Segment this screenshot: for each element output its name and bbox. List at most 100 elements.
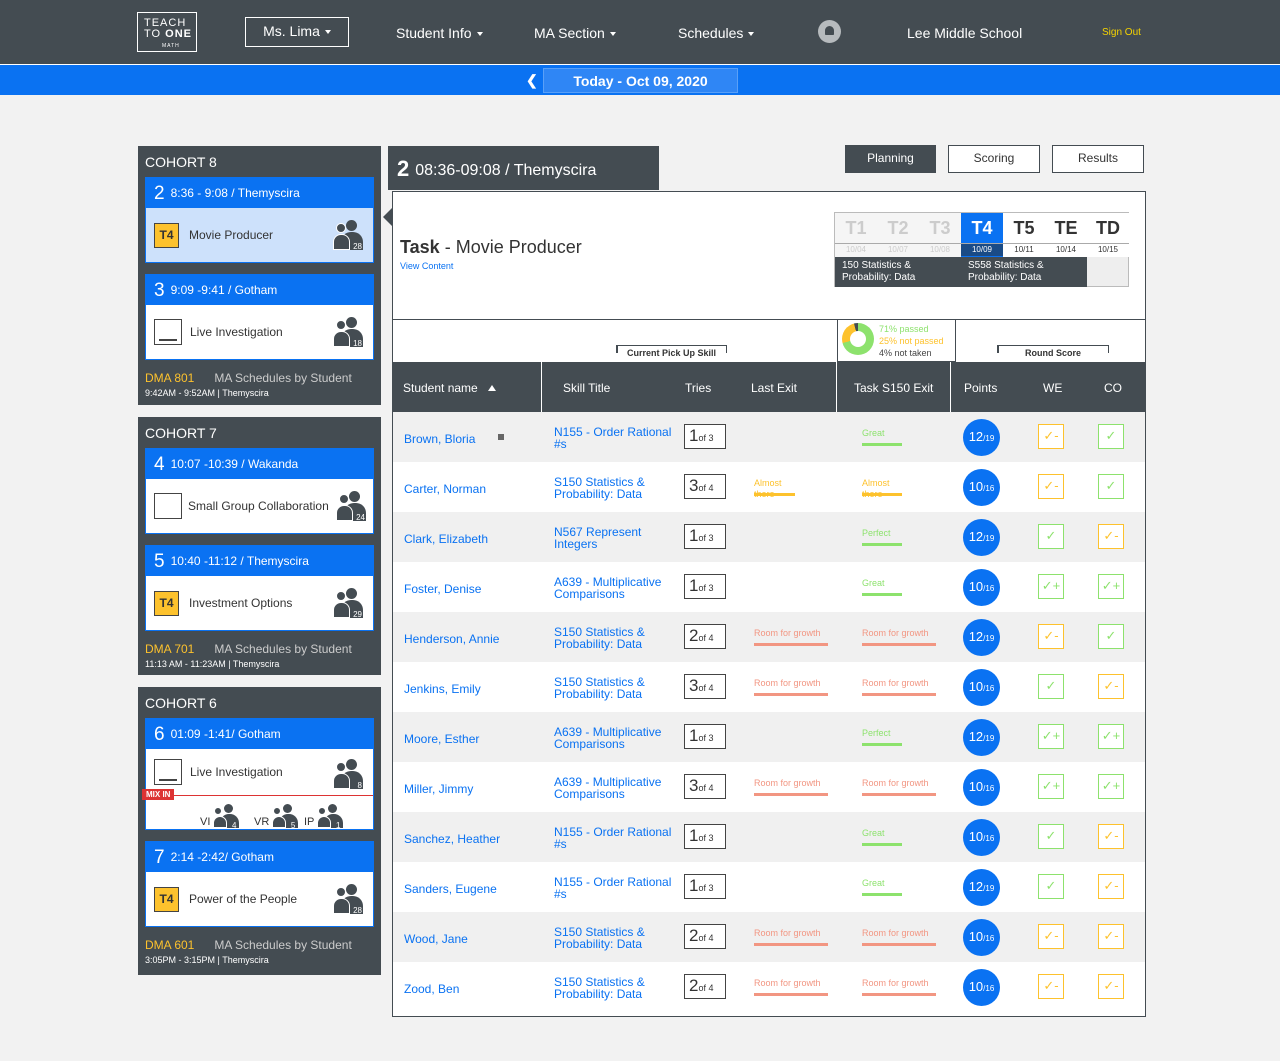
table-row[interactable]: Brown, Bloria N155 - Order Rational #s 1of… xyxy=(393,412,1145,462)
timeline-t5[interactable]: T5 10/11 xyxy=(1003,213,1045,257)
session-7[interactable]: 7 2:14 -2:42/ Gotham T4 Power of the Peop… xyxy=(145,841,374,927)
co-checkbox[interactable]: ✓- xyxy=(1098,924,1124,949)
table-row[interactable]: Foster, Denise A639 - Multiplicative Comp… xyxy=(393,562,1145,612)
current-date[interactable]: Today - Oct 09, 2020 xyxy=(543,68,738,93)
table-row[interactable]: Sanchez, Heather N155 - Order Rational #s… xyxy=(393,812,1145,862)
tab-scoring[interactable]: Scoring xyxy=(948,145,1040,173)
we-checkbox[interactable]: ✓- xyxy=(1038,924,1064,949)
skill-title-link[interactable]: S150 Statistics & Probability: Data xyxy=(554,976,674,1000)
table-row[interactable]: Carter, Norman S150 Statistics & Probabil… xyxy=(393,462,1145,512)
table-row[interactable]: Zood, Ben S150 Statistics & Probability: … xyxy=(393,962,1145,1012)
notification-bell-icon[interactable] xyxy=(818,20,841,43)
skill-title-link[interactable]: N155 - Order Rational #s xyxy=(554,826,674,850)
skill-title-link[interactable]: S150 Statistics & Probability: Data xyxy=(554,926,674,950)
timeline-t3[interactable]: T3 10/08 xyxy=(919,213,961,257)
table-row[interactable]: Sanders, Eugene N155 - Order Rational #s 1… xyxy=(393,862,1145,912)
co-checkbox[interactable]: ✓- xyxy=(1098,524,1124,549)
ma-schedules-link[interactable]: MA Schedules by Student xyxy=(214,371,351,385)
session-2[interactable]: 2 8:36 - 9:08 / Themyscira T4 Movie Produ… xyxy=(145,177,374,263)
col-co[interactable]: CO xyxy=(1104,381,1122,395)
student-name-link[interactable]: Jenkins, Emily xyxy=(404,682,481,696)
timeline-td[interactable]: TD 10/15 xyxy=(1087,213,1129,257)
we-checkbox[interactable]: ✓+ xyxy=(1038,724,1064,749)
table-row[interactable]: Jenkins, Emily S150 Statistics & Probabil… xyxy=(393,662,1145,712)
we-checkbox[interactable]: ✓ xyxy=(1038,524,1064,549)
ma-schedules-link[interactable]: MA Schedules by Student xyxy=(214,938,351,952)
table-row[interactable]: Moore, Esther A639 - Multiplicative Compa… xyxy=(393,712,1145,762)
col-tries[interactable]: Tries xyxy=(685,381,711,395)
table-row[interactable]: Miller, Jimmy A639 - Multiplicative Compa… xyxy=(393,762,1145,812)
co-checkbox[interactable]: ✓ xyxy=(1098,474,1124,499)
table-row[interactable]: Clark, Elizabeth N567 Represent Integers 1… xyxy=(393,512,1145,562)
we-checkbox[interactable]: ✓- xyxy=(1038,974,1064,999)
co-checkbox[interactable]: ✓- xyxy=(1098,874,1124,899)
tab-results[interactable]: Results xyxy=(1052,145,1144,173)
group-count: 18 xyxy=(353,339,362,348)
we-checkbox[interactable]: ✓ xyxy=(1038,874,1064,899)
skill-title-link[interactable]: S150 Statistics & Probability: Data xyxy=(554,476,674,500)
student-name-link[interactable]: Miller, Jimmy xyxy=(404,782,473,796)
session-6[interactable]: 6 01:09 -1:41/ Gotham Live Investigation … xyxy=(142,718,374,830)
student-name-link[interactable]: Moore, Esther xyxy=(404,732,479,746)
skill-title-link[interactable]: A639 - Multiplicative Comparisons xyxy=(554,726,674,750)
col-last-exit[interactable]: Last Exit xyxy=(751,381,797,395)
student-name-link[interactable]: Brown, Bloria xyxy=(404,432,475,446)
student-name-link[interactable]: Zood, Ben xyxy=(404,982,459,996)
timeline-te[interactable]: TE 10/14 xyxy=(1045,213,1087,257)
co-checkbox[interactable]: ✓- xyxy=(1098,824,1124,849)
we-checkbox[interactable]: ✓ xyxy=(1038,674,1064,699)
chevron-left-icon[interactable]: ❮ xyxy=(526,72,538,89)
we-checkbox[interactable]: ✓ xyxy=(1038,824,1064,849)
timeline-t2[interactable]: T2 10/07 xyxy=(877,213,919,257)
nav-schedules[interactable]: Schedules xyxy=(678,25,755,41)
student-name-link[interactable]: Clark, Elizabeth xyxy=(404,532,488,546)
col-skill-title[interactable]: Skill Title xyxy=(563,381,610,395)
session-time: 01:09 -1:41/ Gotham xyxy=(170,727,281,741)
student-name-link[interactable]: Wood, Jane xyxy=(404,932,468,946)
ma-schedules-link[interactable]: MA Schedules by Student xyxy=(214,642,351,656)
we-checkbox[interactable]: ✓+ xyxy=(1038,774,1064,799)
skill-title-link[interactable]: N567 Represent Integers xyxy=(554,526,674,550)
col-task-exit[interactable]: Task S150 Exit xyxy=(854,381,933,395)
mix-in-tag: MIX IN xyxy=(142,789,175,800)
skill-title-link[interactable]: N155 - Order Rational #s xyxy=(554,426,674,450)
col-student-name[interactable]: Student name xyxy=(403,381,496,395)
co-checkbox[interactable]: ✓ xyxy=(1098,624,1124,649)
session-5[interactable]: 5 10:40 -11:12 / Themyscira T4 Investment… xyxy=(145,545,374,631)
skill-title-link[interactable]: A639 - Multiplicative Comparisons xyxy=(554,576,674,600)
co-checkbox[interactable]: ✓+ xyxy=(1098,774,1124,799)
col-points[interactable]: Points xyxy=(964,381,997,395)
timeline-t1[interactable]: T1 10/04 xyxy=(835,213,877,257)
co-checkbox[interactable]: ✓- xyxy=(1098,974,1124,999)
co-checkbox[interactable]: ✓+ xyxy=(1098,724,1124,749)
user-dropdown[interactable]: Ms. Lima xyxy=(245,17,349,47)
skill-title-link[interactable]: N155 - Order Rational #s xyxy=(554,876,674,900)
student-name-link[interactable]: Foster, Denise xyxy=(404,582,481,596)
session-3[interactable]: 3 9:09 -9:41 / Gotham Live Investigation … xyxy=(145,274,374,360)
tab-planning[interactable]: Planning xyxy=(845,145,936,173)
sign-out-link[interactable]: Sign Out xyxy=(1102,27,1141,38)
co-checkbox[interactable]: ✓ xyxy=(1098,424,1124,449)
teach-to-one-logo[interactable]: TEACH TO ONE MATH xyxy=(137,12,197,52)
we-checkbox[interactable]: ✓- xyxy=(1038,424,1064,449)
we-checkbox[interactable]: ✓- xyxy=(1038,624,1064,649)
student-name-link[interactable]: Sanchez, Heather xyxy=(404,832,500,846)
student-name-link[interactable]: Sanders, Eugene xyxy=(404,882,497,896)
student-name-link[interactable]: Henderson, Annie xyxy=(404,632,499,646)
skill-title-link[interactable]: S150 Statistics & Probability: Data xyxy=(554,676,674,700)
skill-title-link[interactable]: A639 - Multiplicative Comparisons xyxy=(554,776,674,800)
timeline-t4[interactable]: T4 10/09 xyxy=(961,213,1003,257)
view-content-link[interactable]: View Content xyxy=(400,261,453,271)
we-checkbox[interactable]: ✓+ xyxy=(1038,574,1064,599)
student-name-link[interactable]: Carter, Norman xyxy=(404,482,486,496)
co-checkbox[interactable]: ✓- xyxy=(1098,674,1124,699)
session-4[interactable]: 4 10:07 -10:39 / Wakanda Small Group Coll… xyxy=(145,448,374,534)
skill-title-link[interactable]: S150 Statistics & Probability: Data xyxy=(554,626,674,650)
co-checkbox[interactable]: ✓+ xyxy=(1098,574,1124,599)
table-row[interactable]: Wood, Jane S150 Statistics & Probability:… xyxy=(393,912,1145,962)
table-row[interactable]: Henderson, Annie S150 Statistics & Probab… xyxy=(393,612,1145,662)
col-we[interactable]: WE xyxy=(1043,381,1062,395)
nav-student-info[interactable]: Student Info xyxy=(396,25,483,41)
we-checkbox[interactable]: ✓- xyxy=(1038,474,1064,499)
nav-ma-section[interactable]: MA Section xyxy=(534,25,616,41)
